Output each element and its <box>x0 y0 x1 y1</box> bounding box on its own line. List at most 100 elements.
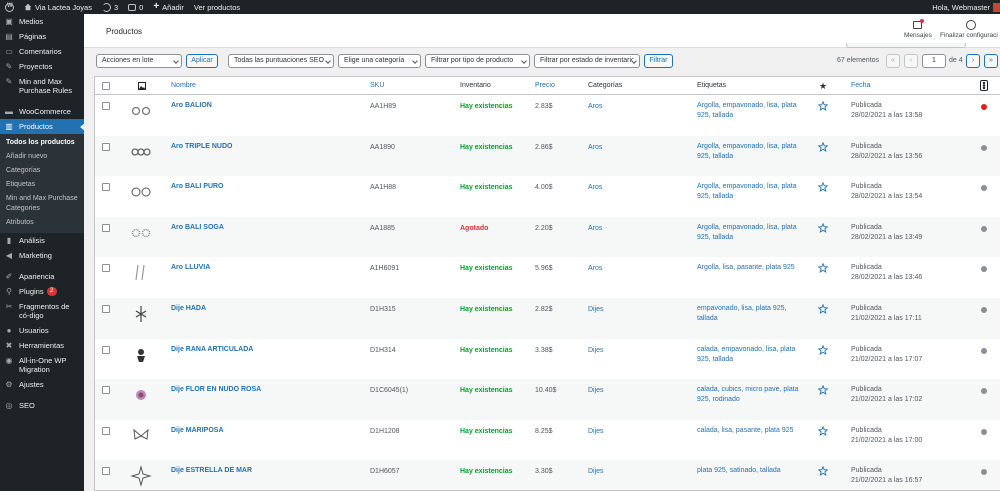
product-thumbnail[interactable] <box>130 141 152 163</box>
prev-page-button[interactable]: ‹ <box>904 54 918 68</box>
column-date[interactable]: Fecha <box>851 82 870 89</box>
category-select[interactable]: Elige una categoría <box>338 54 421 68</box>
view-products-link[interactable]: Ver productos <box>189 0 245 14</box>
updates-link[interactable]: 3 <box>97 0 123 14</box>
row-checkbox[interactable] <box>102 426 110 435</box>
row-checkbox[interactable] <box>102 223 110 232</box>
featured-star-icon[interactable] <box>818 101 828 111</box>
row-checkbox[interactable] <box>102 142 110 151</box>
product-name-link[interactable]: Aro LLUVIA <box>171 263 210 273</box>
sidebar-item-code-snippets[interactable]: ✂ Fragmentos de có-digo <box>0 299 84 323</box>
tags-links[interactable]: empavonado, lisa, plata 925, tallada <box>697 304 807 324</box>
tags-links[interactable]: Argolla, empavonado, lisa, plata 925, ta… <box>697 142 807 162</box>
sidebar-item-plugins[interactable]: ⚲ Plugins 2 <box>0 284 84 299</box>
featured-star-icon[interactable] <box>818 182 828 193</box>
bulk-actions-select[interactable]: Acciones en lote <box>96 54 182 68</box>
finish-setup-button[interactable]: Finalizar configuraci <box>940 20 1000 39</box>
comments-link[interactable]: 0 <box>123 0 148 14</box>
product-thumbnail[interactable] <box>130 181 152 203</box>
sidebar-item-users[interactable]: ● Usuarios <box>0 323 84 338</box>
product-name-link[interactable]: Aro BALI SOGA <box>171 223 224 233</box>
category-link[interactable]: Aros <box>588 264 602 274</box>
product-thumbnail[interactable] <box>130 344 152 366</box>
wordpress-logo-button[interactable] <box>0 0 19 14</box>
product-name-link[interactable]: Aro TRIPLE NUDO <box>171 142 232 152</box>
sidebar-item-comments[interactable]: ▭ Comentarios <box>0 44 84 59</box>
tags-links[interactable]: calada, cubics, micro pave, plata 925, r… <box>697 385 807 405</box>
tags-links[interactable]: Argolla, lisa, pasante, plata 925 <box>697 263 807 273</box>
product-type-select[interactable]: Filtrar por tipo de producto <box>425 54 530 68</box>
tags-links[interactable]: Argolla, empavonado, lisa, plata 925, ta… <box>697 101 807 121</box>
submenu-all-products[interactable]: Todos los productos <box>0 136 84 150</box>
product-thumbnail[interactable] <box>130 465 152 488</box>
column-sku[interactable]: SKU <box>370 82 384 89</box>
current-page-input[interactable]: 1 <box>922 54 946 68</box>
last-page-button[interactable]: » <box>984 54 998 68</box>
apply-button[interactable]: Aplicar <box>186 54 218 68</box>
column-price[interactable]: Precio <box>535 82 555 89</box>
tags-links[interactable]: calada, lisa, pasante, plata 925 <box>697 426 807 436</box>
category-link[interactable]: Dijes <box>588 467 604 477</box>
product-thumbnail[interactable] <box>130 384 152 406</box>
featured-star-icon[interactable] <box>818 466 828 477</box>
sidebar-item-products[interactable]: ▥ Productos <box>0 119 85 134</box>
product-thumbnail[interactable] <box>130 262 152 284</box>
category-link[interactable]: Aros <box>588 224 602 234</box>
row-checkbox[interactable] <box>102 102 110 110</box>
sidebar-item-min-max-rules[interactable]: ✎ Min and Max Purchase Rules <box>0 74 84 98</box>
sidebar-item-tools[interactable]: ✖ Herramientas <box>0 338 84 353</box>
submenu-tags[interactable]: Etiquetas <box>0 178 84 192</box>
featured-star-icon[interactable] <box>818 263 828 274</box>
sidebar-item-migration[interactable]: ◉ All-in-One WP Migration <box>0 353 84 377</box>
category-link[interactable]: Dijes <box>588 427 604 437</box>
product-name-link[interactable]: Dije FLOR EN NUDO ROSA <box>171 385 261 395</box>
sidebar-item-projects[interactable]: ✎ Proyectos <box>0 59 84 74</box>
messages-button[interactable]: Mensajes <box>904 19 932 39</box>
featured-star-icon[interactable] <box>818 303 828 314</box>
filter-button[interactable]: Filtrar <box>644 54 673 68</box>
tags-links[interactable]: Argolla, empavonado, lisa, plata 925, ta… <box>697 182 807 202</box>
row-checkbox[interactable] <box>102 345 110 354</box>
submenu-attributes[interactable]: Atributos <box>0 216 84 230</box>
row-checkbox[interactable] <box>102 264 110 273</box>
product-thumbnail[interactable] <box>130 425 152 447</box>
submenu-min-max-categories[interactable]: Min and Max Purchase Categories <box>0 192 84 216</box>
seo-ratings-select[interactable]: Todas las puntuaciones SEO <box>228 54 334 68</box>
category-link[interactable]: Aros <box>588 183 602 193</box>
row-checkbox[interactable] <box>102 304 110 313</box>
sidebar-item-settings[interactable]: ⚙ Ajustes <box>0 377 84 392</box>
featured-star-icon[interactable] <box>818 425 828 436</box>
category-link[interactable]: Aros <box>588 143 602 153</box>
sidebar-item-woocommerce[interactable]: ▬ WooCommerce <box>0 104 84 119</box>
first-page-button[interactable]: « <box>886 54 900 68</box>
submenu-categories[interactable]: Categorías <box>0 164 84 178</box>
category-link[interactable]: Aros <box>588 102 602 112</box>
product-name-link[interactable]: Dije RANA ARTICULADA <box>171 345 253 355</box>
select-all-checkbox[interactable] <box>102 82 110 90</box>
product-name-link[interactable]: Aro BALI PURO <box>171 182 224 192</box>
product-name-link[interactable]: Aro BALION <box>171 101 212 111</box>
stock-status-select[interactable]: Filtrar por estado de inventario <box>534 54 640 68</box>
sidebar-item-pages[interactable]: ▤ Páginas <box>0 29 84 44</box>
submenu-add-new[interactable]: Añadir nuevo <box>0 150 84 164</box>
product-name-link[interactable]: Dije HADA <box>171 304 206 314</box>
featured-star-icon[interactable] <box>818 344 828 355</box>
tags-links[interactable]: Argolla, empavonado, lisa, plata 925, ta… <box>697 223 807 243</box>
account-menu[interactable]: Hola, Webmaster <box>932 0 1000 14</box>
category-link[interactable]: Dijes <box>588 305 604 315</box>
sidebar-item-analytics[interactable]: ▮ Análisis <box>0 233 84 248</box>
category-link[interactable]: Dijes <box>588 346 604 356</box>
product-thumbnail[interactable] <box>130 222 152 244</box>
next-page-button[interactable]: › <box>966 54 980 68</box>
row-checkbox[interactable] <box>102 386 110 395</box>
product-name-link[interactable]: Dije ESTRELLA DE MAR <box>171 466 252 476</box>
featured-star-icon[interactable] <box>818 222 828 233</box>
product-thumbnail[interactable] <box>130 100 152 122</box>
sidebar-item-seo[interactable]: ◎ SEO <box>0 398 84 413</box>
featured-star-icon[interactable] <box>818 385 828 396</box>
category-link[interactable]: Dijes <box>588 386 604 396</box>
sidebar-item-marketing[interactable]: ◀ Marketing <box>0 248 84 263</box>
row-checkbox[interactable] <box>102 183 110 192</box>
featured-star-icon[interactable] <box>818 141 828 152</box>
row-checkbox[interactable] <box>102 467 110 476</box>
